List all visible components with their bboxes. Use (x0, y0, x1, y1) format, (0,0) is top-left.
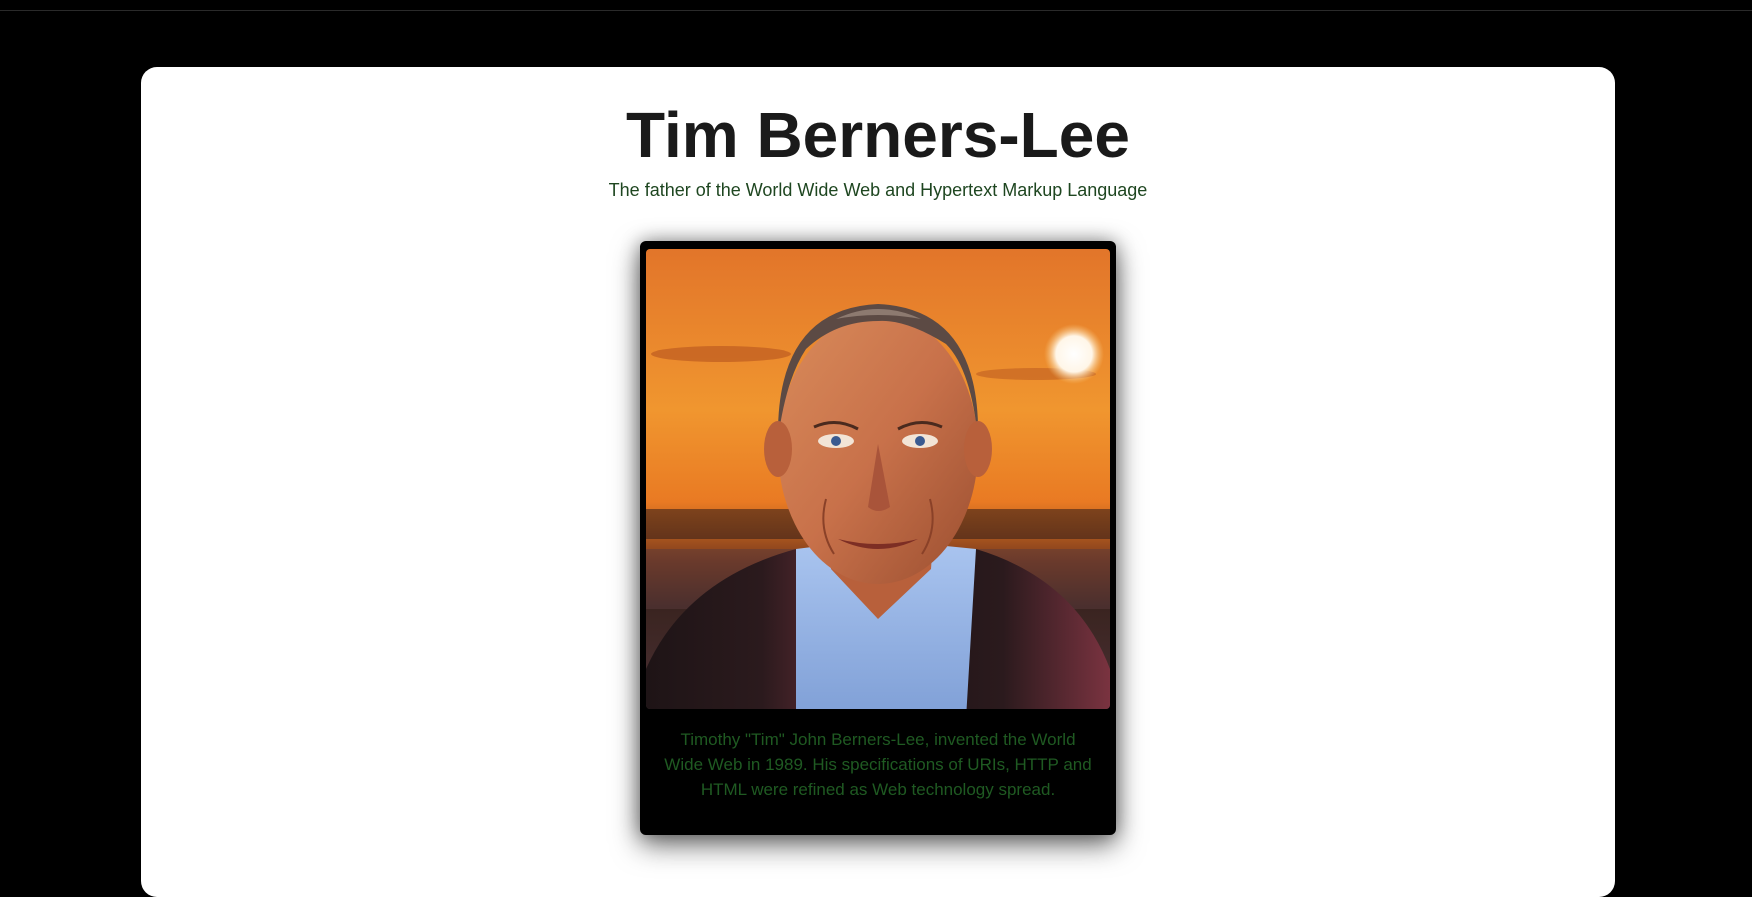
portrait-figure: Timothy "Tim" John Berners-Lee, invented… (640, 241, 1116, 835)
tribute-card: Tim Berners-Lee The father of the World … (141, 67, 1615, 897)
portrait-image (646, 249, 1110, 709)
page-subtitle: The father of the World Wide Web and Hyp… (608, 180, 1148, 200)
page-title: Tim Berners-Lee (626, 99, 1130, 171)
portrait-caption: Timothy "Tim" John Berners-Lee, invented… (664, 730, 1092, 799)
top-divider (0, 10, 1752, 11)
